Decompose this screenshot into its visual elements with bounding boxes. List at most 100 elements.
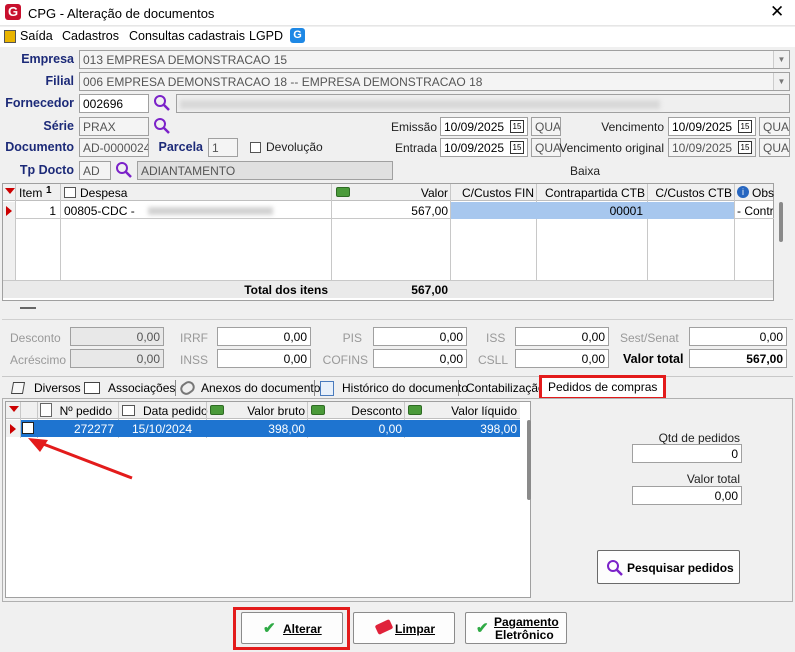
- header-valor-liquido[interactable]: Valor líquido: [424, 404, 517, 418]
- sestsenat-input[interactable]: 0,00: [689, 327, 787, 346]
- header-item[interactable]: Item: [19, 186, 42, 200]
- header-despesa[interactable]: Despesa: [80, 186, 127, 200]
- iss-input[interactable]: 0,00: [515, 327, 609, 346]
- sort-icon: 1: [46, 185, 52, 196]
- menu-cadastros[interactable]: Cadastros: [62, 29, 119, 43]
- edit-icon: [122, 405, 135, 416]
- search-icon[interactable]: [153, 117, 171, 135]
- limpar-button[interactable]: Limpar: [353, 612, 455, 644]
- irrf-label: IRRF: [180, 331, 208, 345]
- serie-input[interactable]: PRAX: [79, 117, 149, 136]
- close-button[interactable]: ✕: [770, 2, 784, 22]
- parcela-input[interactable]: 1: [208, 138, 238, 157]
- tabs-top-divider: [2, 376, 793, 377]
- cofins-label: COFINS: [322, 353, 368, 367]
- tab-pedidos-compras[interactable]: Pedidos de compras: [539, 375, 667, 400]
- horizontal-scrollbar[interactable]: [20, 307, 36, 309]
- menu-saida[interactable]: Saída: [20, 29, 53, 43]
- parcela-label: Parcela: [158, 140, 203, 154]
- exit-door-icon: [4, 30, 16, 43]
- csll-label: CSLL: [478, 353, 509, 367]
- tab-contabilizacao[interactable]: Contabilização: [462, 378, 549, 399]
- iss-label: ISS: [486, 331, 506, 345]
- emissao-label: Emissão: [390, 120, 437, 134]
- chevron-down-icon[interactable]: ▼: [773, 51, 789, 68]
- acrescimo-field: 0,00: [70, 349, 164, 368]
- pagamento-eletronico-button[interactable]: ✔ Pagamento Eletrônico: [465, 612, 567, 644]
- vencimento-label: Vencimento: [601, 120, 664, 134]
- sestsenat-label: Sest/Senat: [620, 331, 679, 345]
- header-valor-bruto[interactable]: Valor bruto: [226, 404, 305, 418]
- menu-consultas-cadastrais[interactable]: Consultas cadastrais: [129, 29, 245, 43]
- header-num-pedido[interactable]: Nº pedido: [56, 404, 112, 418]
- entrada-label: Entrada: [394, 141, 437, 155]
- tpdocto-code-input[interactable]: AD: [79, 161, 111, 180]
- header-valor[interactable]: Valor: [360, 186, 448, 200]
- tab-separator: [458, 380, 459, 396]
- tab-diversos[interactable]: Diversos: [30, 378, 85, 399]
- serie-label: Série: [43, 119, 74, 133]
- order-select-checkbox[interactable]: [22, 422, 34, 434]
- fornecedor-code-input[interactable]: 002696: [79, 94, 149, 113]
- alterar-label: Alterar: [283, 622, 322, 636]
- csll-input[interactable]: 0,00: [515, 349, 609, 368]
- documento-input[interactable]: AD-0000024: [79, 138, 149, 157]
- tab-anexos[interactable]: Anexos do documento: [197, 378, 324, 399]
- chevron-down-icon[interactable]: ▼: [773, 73, 789, 90]
- menu-lgpd[interactable]: LGPD: [249, 29, 283, 43]
- header-obs[interactable]: Obs: [752, 186, 774, 200]
- money-icon: [408, 405, 422, 415]
- inss-input[interactable]: 0,00: [217, 349, 311, 368]
- window-title: CPG - Alteração de documentos: [28, 6, 215, 21]
- calendar-icon[interactable]: 15: [738, 120, 752, 133]
- vertical-scrollbar[interactable]: [527, 420, 531, 500]
- empresa-select[interactable]: 013 EMPRESA DEMONSTRACAO 15: [79, 50, 790, 69]
- order-date: 15/10/2024: [132, 422, 193, 436]
- fornecedor-name-field: [176, 94, 790, 113]
- current-row-icon: [10, 424, 16, 434]
- pesquisar-pedidos-label: Pesquisar pedidos: [627, 561, 734, 575]
- valortotal-label: Valor total: [623, 352, 684, 366]
- pis-label: PIS: [342, 331, 362, 345]
- cofins-input[interactable]: 0,00: [373, 349, 467, 368]
- attachment-icon: [177, 378, 198, 398]
- items-total-value: 567,00: [411, 283, 448, 297]
- pis-input[interactable]: 0,00: [373, 327, 467, 346]
- blurred-text: [148, 207, 273, 215]
- app-shortcut-icon[interactable]: G: [290, 28, 305, 43]
- money-icon: [210, 405, 224, 415]
- annotation-arrow: [28, 438, 133, 480]
- pesquisar-pedidos-button[interactable]: Pesquisar pedidos: [597, 550, 740, 584]
- calendar-icon[interactable]: 15: [510, 120, 524, 133]
- calendar-icon[interactable]: 15: [510, 141, 524, 154]
- filial-select[interactable]: 006 EMPRESA DEMONSTRACAO 18 -- EMPRESA D…: [79, 72, 790, 91]
- empresa-value: 013 EMPRESA DEMONSTRACAO 15: [83, 53, 288, 67]
- current-row-icon: [6, 206, 12, 216]
- header-desconto[interactable]: Desconto: [328, 404, 402, 418]
- desconto-label: Desconto: [10, 331, 61, 345]
- app-logo-icon: G: [5, 4, 21, 20]
- irrf-input[interactable]: 0,00: [217, 327, 311, 346]
- pagamento-label-1: Pagamento: [494, 615, 559, 629]
- header-cc-fin[interactable]: C/Custos FIN: [454, 186, 534, 200]
- tab-historico[interactable]: Histórico do documento: [338, 378, 472, 399]
- search-icon[interactable]: [115, 161, 133, 179]
- money-icon: [311, 405, 325, 415]
- header-cc-ctb[interactable]: C/Custos CTB: [650, 186, 732, 200]
- header-contrapartida[interactable]: Contrapartida CTB: [540, 186, 645, 200]
- emissao-weekday: QUA: [531, 117, 561, 136]
- grid-menu-icon[interactable]: [5, 188, 15, 194]
- vencorig-label: Vencimento original: [559, 141, 664, 155]
- qtd-pedidos-label: Qtd de pedidos: [658, 431, 740, 445]
- devolucao-checkbox[interactable]: [250, 142, 261, 153]
- association-icon: [84, 382, 100, 394]
- acrescimo-label: Acréscimo: [10, 353, 67, 367]
- alterar-button[interactable]: ✔ Alterar: [241, 612, 343, 644]
- header-data-pedido[interactable]: Data pedido: [143, 404, 208, 418]
- limpar-label: Limpar: [395, 622, 436, 636]
- grid-menu-icon[interactable]: [9, 406, 19, 412]
- vertical-scrollbar[interactable]: [779, 202, 783, 242]
- calendar-icon[interactable]: 15: [738, 141, 752, 154]
- tab-associacoes[interactable]: Associações: [104, 378, 179, 399]
- search-icon[interactable]: [153, 94, 171, 112]
